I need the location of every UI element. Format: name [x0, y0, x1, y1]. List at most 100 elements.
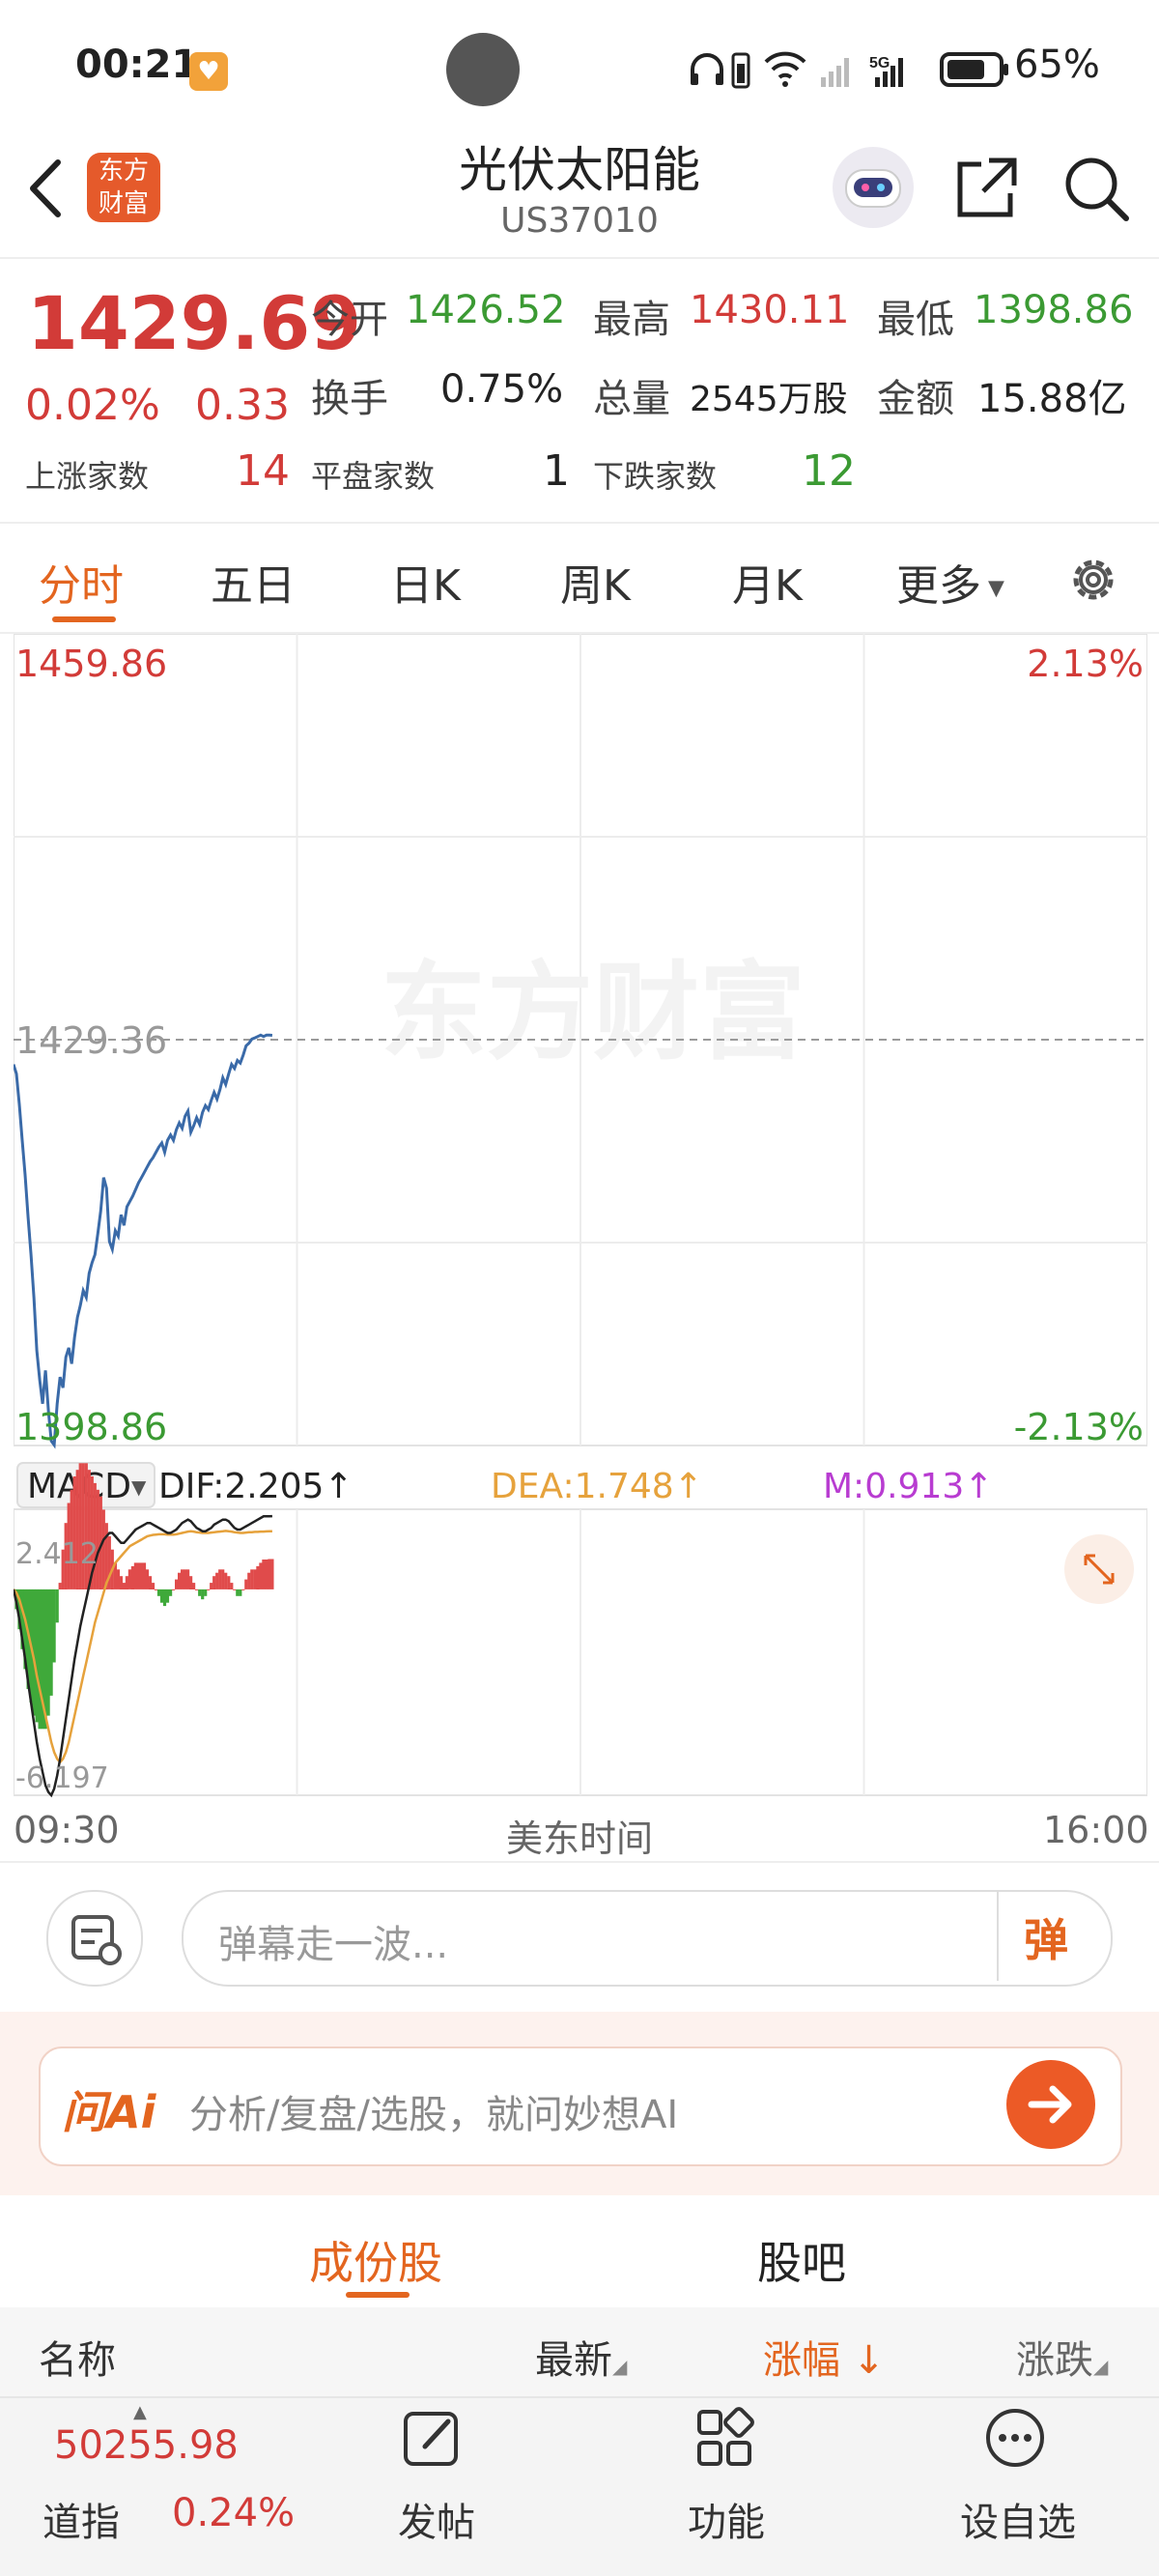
arrow-right-icon — [1028, 2085, 1072, 2124]
danmu-input-placeholder: 弹幕走一波... — [218, 1923, 449, 1967]
col-change-pct[interactable]: 涨幅 ↓ — [763, 2329, 885, 2385]
macd-bar — [172, 1589, 176, 1590]
amount-value: 15.88亿 — [977, 377, 1127, 421]
macd-bar — [130, 1565, 134, 1589]
share-button[interactable] — [950, 151, 1024, 224]
col-change-pct-label: 涨幅 — [763, 2338, 840, 2383]
macd-bar — [154, 1589, 158, 1590]
tab-daily-k[interactable]: 日K — [390, 551, 461, 613]
assistant-button[interactable] — [833, 147, 914, 228]
danmu-toggle-label: 弹 — [1024, 1914, 1068, 1966]
col-name: 名称 — [39, 2338, 116, 2383]
macd-bar — [198, 1589, 202, 1596]
down-count: 12 — [802, 446, 856, 496]
col-change-label: 涨跌 — [1016, 2338, 1093, 2383]
macd-bar — [181, 1569, 184, 1589]
macd-bar — [224, 1572, 228, 1589]
search-button[interactable] — [1059, 151, 1132, 224]
index-value: 50255.98 — [54, 2423, 239, 2468]
macd-bar — [204, 1589, 208, 1596]
ai-submit-button[interactable] — [1006, 2060, 1095, 2149]
macd-dif-label: DIF:2.205↑ — [158, 1467, 353, 1506]
open-label: 今开 — [311, 298, 388, 342]
col-latest[interactable]: 最新◢ — [535, 2329, 627, 2385]
macd-bar — [52, 1589, 56, 1663]
watermark-text: 东方财富 — [381, 951, 806, 1074]
up-count: 14 — [236, 446, 290, 496]
ai-logo: 问Ai — [62, 2086, 156, 2138]
macd-bar — [212, 1576, 216, 1589]
intraday-chart[interactable]: 东方财富 1459.86 2.13% 1429.36 1398.86 -2.13… — [14, 634, 1147, 1807]
macd-bar — [156, 1589, 161, 1596]
volume-label: 总量 — [593, 377, 670, 421]
macd-bar — [136, 1562, 140, 1589]
chart-bottom-divider — [0, 1861, 1159, 1863]
tab-five-day[interactable]: 五日 — [211, 551, 296, 613]
danmu-toggle-button[interactable]: 弹 — [1024, 1905, 1068, 1969]
camera-app-icon — [446, 33, 520, 106]
svg-text:5G: 5G — [869, 55, 890, 72]
price-line — [14, 1033, 272, 1449]
heart-badge-icon: ♥ — [189, 52, 228, 91]
index-percent: 0.24% — [172, 2491, 296, 2535]
up-count-label: 上涨家数 — [25, 458, 150, 495]
functions-button[interactable]: 功能 — [682, 2404, 798, 2568]
macd-bar — [169, 1589, 173, 1596]
post-label: 发帖 — [398, 2501, 475, 2545]
gear-icon — [1073, 559, 1114, 600]
y-max-label: 1459.86 — [15, 643, 167, 685]
macd-bar — [159, 1589, 164, 1603]
x-end-label: 16:00 — [1043, 1809, 1149, 1851]
flat-count-label: 平盘家数 — [311, 458, 436, 495]
macd-bar — [116, 1569, 120, 1589]
low-value: 1398.86 — [974, 288, 1134, 332]
macd-bar — [265, 1560, 269, 1589]
more-dots-icon — [986, 2409, 1044, 2467]
chart-settings-button[interactable] — [1064, 551, 1122, 609]
tab-intraday[interactable]: 分时 — [39, 551, 124, 613]
tab-more[interactable]: 更多 ▼ — [896, 551, 1004, 613]
sort-icon: ◢ — [612, 2355, 628, 2378]
sub-tab-indicator — [346, 2292, 410, 2298]
grid-apps-icon — [697, 2407, 754, 2466]
add-watchlist-label: 设自选 — [960, 2501, 1076, 2545]
macd-bar — [233, 1589, 237, 1590]
tab-monthly-k[interactable]: 月K — [732, 551, 803, 613]
y-min-label: 1398.86 — [15, 1406, 167, 1448]
macd-bar — [270, 1559, 274, 1589]
macd-bar — [184, 1569, 187, 1589]
change-value: 0.33 — [195, 381, 290, 430]
macd-bar — [165, 1589, 170, 1603]
high-value: 1430.11 — [690, 288, 850, 332]
add-watchlist-button[interactable]: 设自选 — [956, 2404, 1091, 2568]
post-button[interactable]: 发帖 — [386, 2404, 502, 2568]
danmu-compose-button[interactable] — [46, 1890, 143, 1987]
tab-weekly-k[interactable]: 周K — [560, 551, 631, 613]
battery-icon — [940, 52, 1008, 87]
macd-bar — [151, 1583, 155, 1589]
macd-bar — [49, 1589, 53, 1696]
danmu-compose-icon — [71, 1915, 122, 1965]
turnover-label: 换手 — [311, 377, 388, 421]
share-icon — [957, 157, 1017, 217]
pct-min-label: -2.13% — [1014, 1406, 1144, 1448]
functions-label: 功能 — [688, 2501, 765, 2545]
search-icon — [1065, 157, 1129, 221]
tab-constituents[interactable]: 成份股 — [309, 2228, 442, 2292]
macd-bar — [210, 1583, 213, 1589]
open-value: 1426.52 — [406, 288, 566, 332]
macd-bar — [133, 1562, 137, 1589]
high-label: 最高 — [593, 298, 670, 342]
down-count-label: 下跌家数 — [593, 458, 718, 495]
col-change[interactable]: 涨跌◢ — [1016, 2329, 1108, 2385]
battery-percent: 65% — [1014, 43, 1100, 87]
index-ticker[interactable]: ▲ 50255.98 道指 0.24% — [0, 2396, 319, 2574]
tab-stock-forum[interactable]: 股吧 — [757, 2228, 846, 2292]
macd-bar — [119, 1576, 123, 1589]
macd-bar — [268, 1559, 271, 1589]
header-divider — [0, 257, 1159, 259]
macd-bar — [247, 1572, 251, 1589]
macd-bar — [148, 1576, 153, 1589]
low-label: 最低 — [877, 298, 954, 342]
pct-max-label: 2.13% — [1027, 643, 1144, 685]
